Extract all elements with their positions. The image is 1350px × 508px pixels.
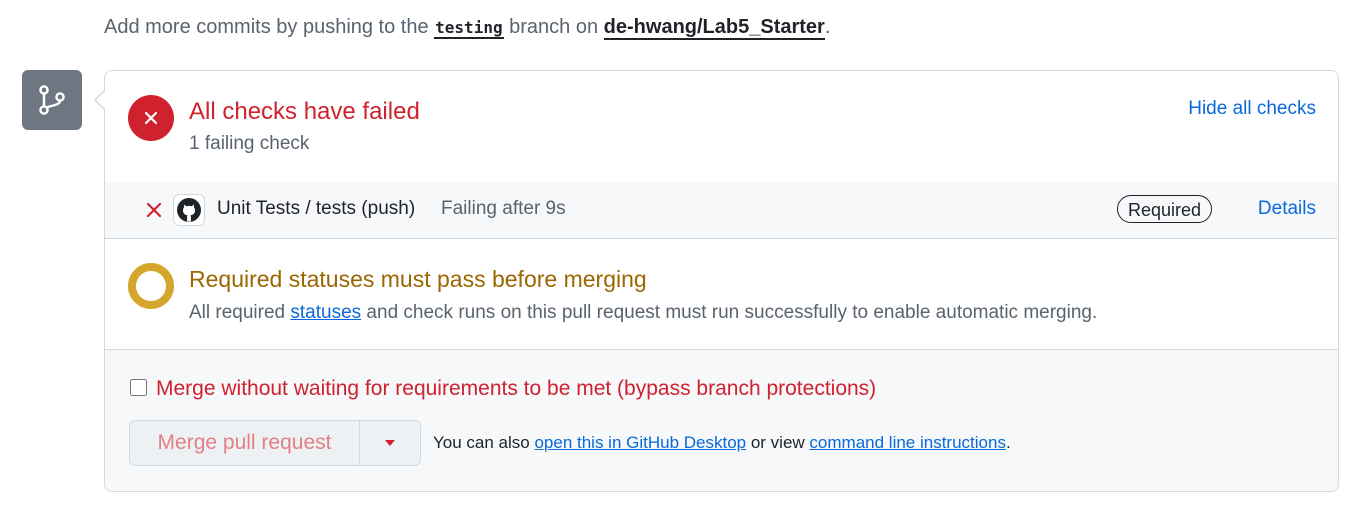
- checks-subtitle: 1 failing check: [189, 133, 310, 154]
- merge-pull-request-button[interactable]: Merge pull request: [130, 421, 360, 465]
- also-prefix: You can also: [433, 433, 535, 452]
- bypass-label[interactable]: Merge without waiting for requirements t…: [156, 377, 876, 401]
- alternate-merge-options: You can also open this in GitHub Desktop…: [433, 433, 1011, 453]
- pending-ring-icon: [128, 263, 174, 309]
- hide-all-checks-link[interactable]: Hide all checks: [1188, 98, 1316, 120]
- checks-title: All checks have failed: [189, 98, 420, 125]
- required-statuses-description: All required statuses and check runs on …: [189, 302, 1097, 324]
- timeline-branch-badge: [22, 70, 82, 130]
- triangle-down-icon: [385, 440, 395, 446]
- check-name: Unit Tests / tests (push): [217, 198, 416, 219]
- required-statuses-section: Required statuses must pass before mergi…: [105, 239, 1338, 350]
- merge-method-dropdown-button[interactable]: [360, 421, 420, 465]
- git-branch-icon: [39, 85, 65, 115]
- x-icon: [146, 202, 162, 218]
- checks-summary: All checks have failed 1 failing check H…: [105, 71, 1338, 183]
- push-hint-prefix: Add more commits by pushing to the: [104, 16, 435, 38]
- repo-link[interactable]: de-hwang/Lab5_Starter: [603, 16, 825, 40]
- pull-request-merge-area: Add more commits by pushing to the testi…: [0, 0, 1350, 508]
- open-in-desktop-link[interactable]: open this in GitHub Desktop: [534, 433, 746, 452]
- required-statuses-title: Required statuses must pass before mergi…: [189, 266, 647, 292]
- push-hint: Add more commits by pushing to the testi…: [104, 16, 831, 40]
- details-link[interactable]: Details: [1258, 198, 1316, 220]
- push-hint-middle: branch on: [503, 16, 604, 38]
- bypass-checkbox[interactable]: [130, 379, 147, 396]
- also-middle: or view: [746, 433, 810, 452]
- command-line-instructions-link[interactable]: command line instructions: [809, 433, 1006, 452]
- required-badge: Required: [1117, 195, 1213, 223]
- check-status: Failing after 9s: [441, 198, 566, 219]
- check-row: Unit Tests / tests (push) Failing after …: [105, 182, 1338, 239]
- also-suffix: .: [1005, 433, 1011, 452]
- github-logo-icon: [173, 194, 205, 226]
- statuses-desc-suffix: and check runs on this pull request must…: [361, 302, 1098, 323]
- merge-section: Merge without waiting for requirements t…: [105, 350, 1338, 491]
- merge-button-group: Merge pull request: [129, 420, 421, 466]
- merge-box: All checks have failed 1 failing check H…: [104, 70, 1339, 492]
- card-pointer-fill: [96, 91, 105, 109]
- statuses-link[interactable]: statuses: [290, 302, 361, 323]
- push-hint-suffix: .: [824, 16, 831, 38]
- x-circle-icon: [128, 95, 174, 141]
- statuses-desc-prefix: All required: [189, 302, 291, 323]
- branch-name[interactable]: testing: [434, 18, 504, 39]
